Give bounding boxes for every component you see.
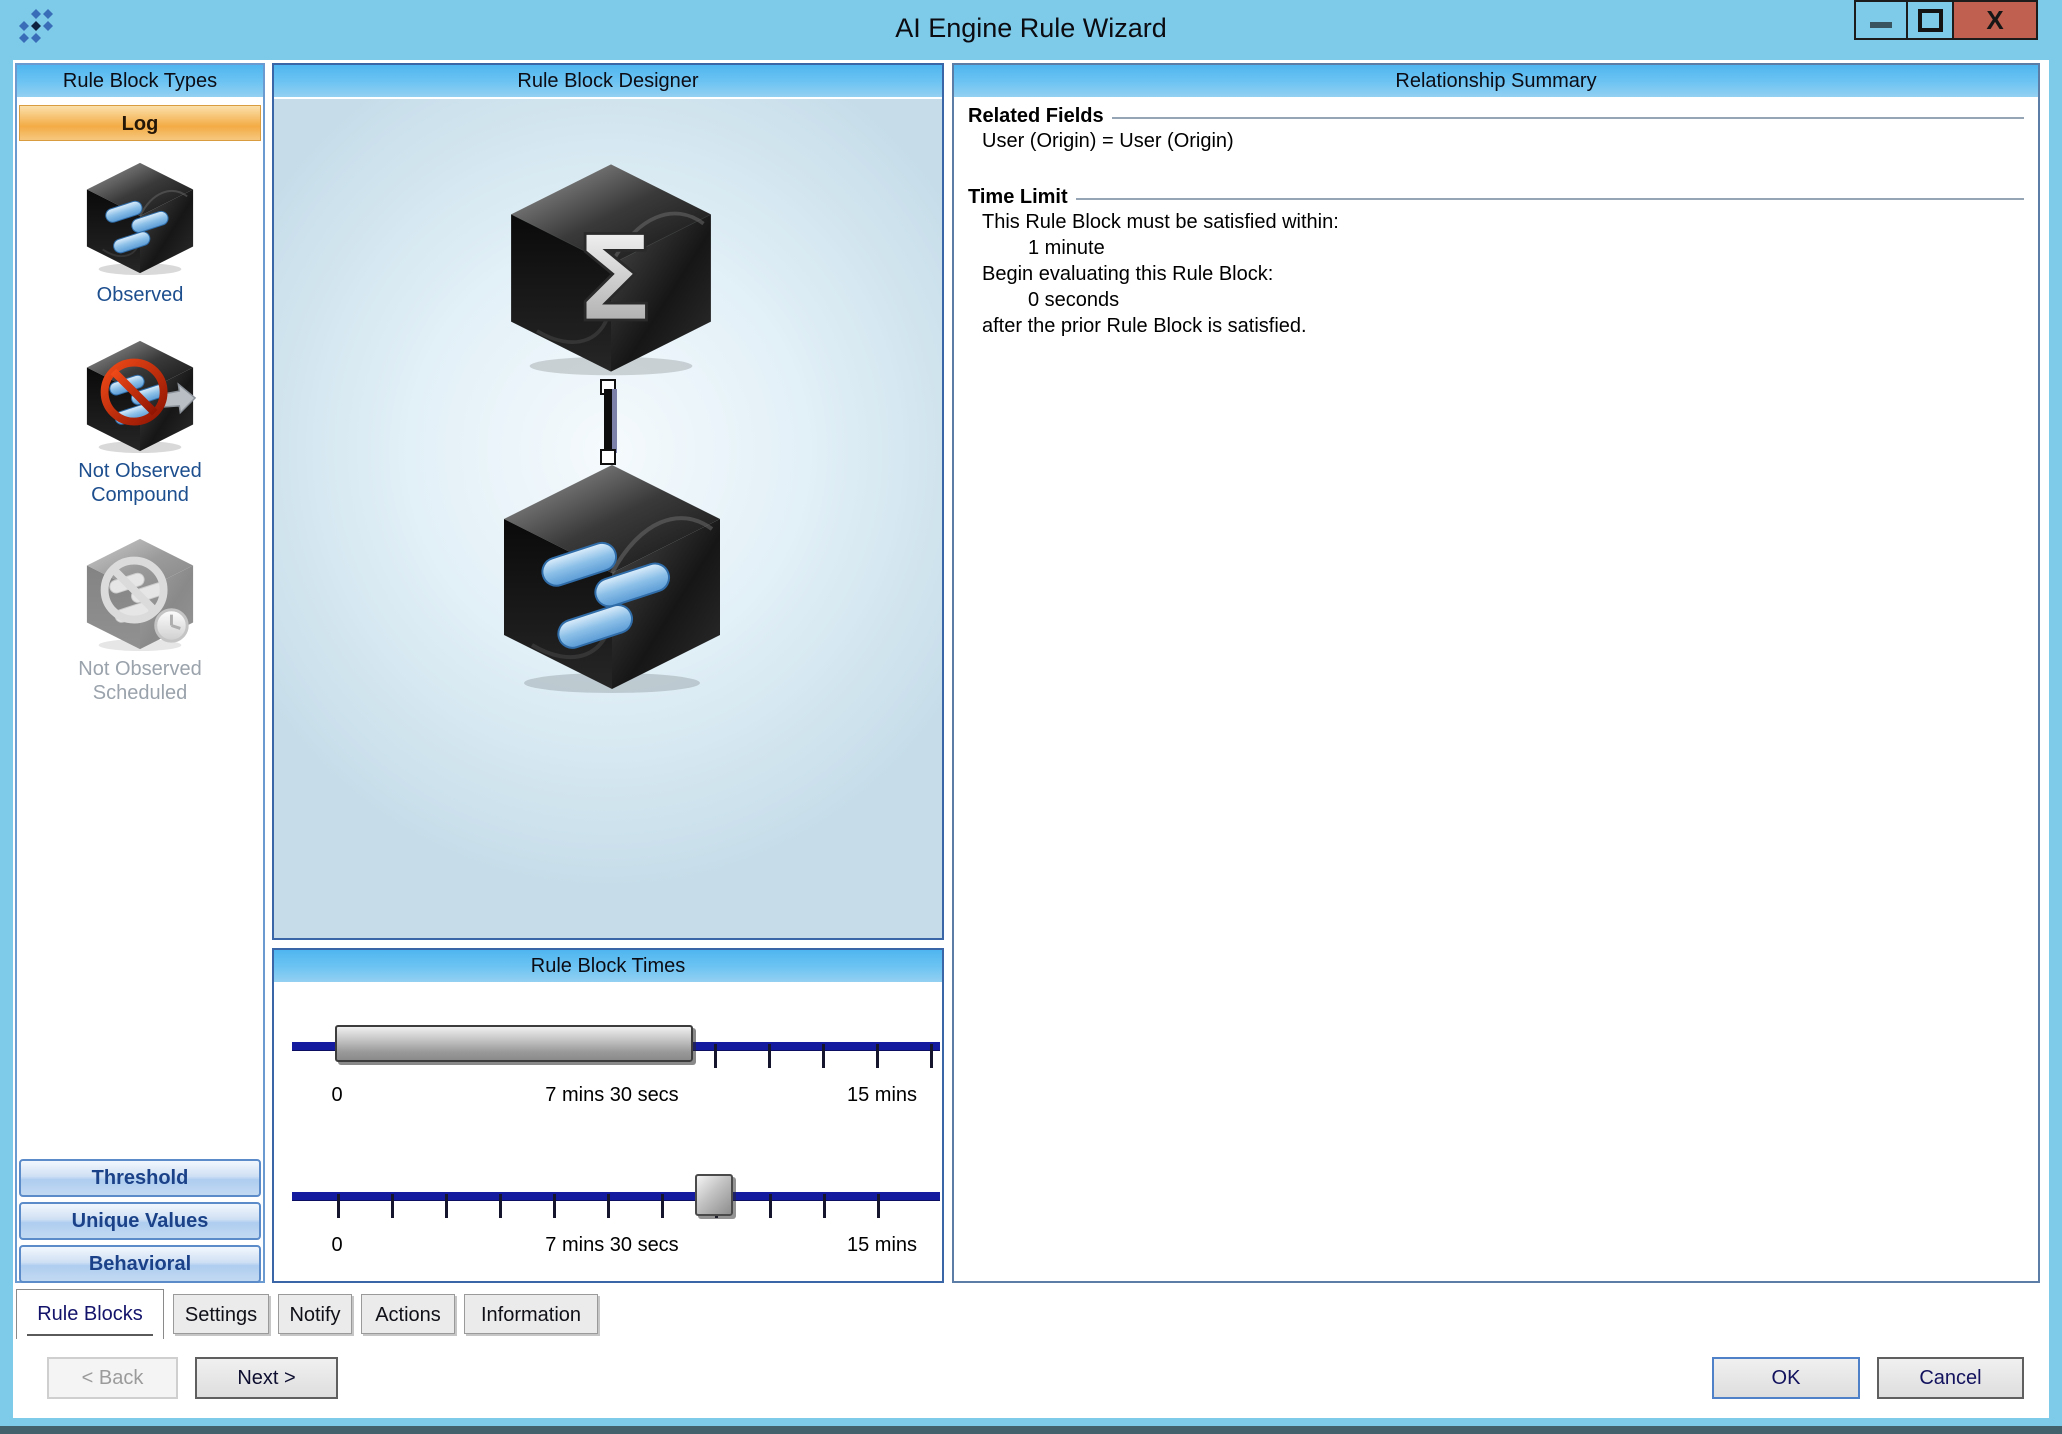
client-area: Rule Block Types Log Observed (13, 60, 2049, 1418)
window-title: AI Engine Rule Wizard (0, 13, 2062, 44)
rule-type-not-observed-compound-label-1: Not Observed (17, 459, 263, 483)
window-controls: X (1854, 0, 2038, 40)
threshold-category-button[interactable]: Threshold (19, 1159, 261, 1197)
slider1-min-label: 0 (317, 1084, 357, 1107)
rule-type-not-observed-scheduled[interactable]: Not Observed Scheduled (17, 535, 263, 705)
time-limit-line-5: after the prior Rule Block is satisfied. (968, 313, 2024, 339)
tab-settings[interactable]: Settings (173, 1294, 269, 1334)
rule-block-times-header: Rule Block Times (274, 950, 942, 984)
rule-block-connector[interactable] (596, 379, 626, 465)
tick-mark (714, 1044, 717, 1068)
tab-notify[interactable]: Notify (278, 1294, 352, 1334)
relationship-summary-panel: Relationship Summary Related Fields User… (952, 63, 2040, 1283)
rule-block-designer-panel: Rule Block Designer Σ (272, 63, 944, 940)
tab-rule-blocks[interactable]: Rule Blocks (16, 1289, 164, 1339)
ok-button[interactable]: OK (1712, 1357, 1860, 1399)
tick-mark (823, 1194, 826, 1218)
slider2-mid-label: 7 mins 30 secs (512, 1234, 712, 1257)
time-limit-line-4: 0 seconds (968, 287, 2024, 313)
tick-mark (337, 1194, 340, 1218)
maximize-button[interactable] (1906, 0, 1954, 40)
tick-mark (822, 1044, 825, 1068)
time-limit-line-1: This Rule Block must be satisfied within… (968, 209, 2024, 235)
related-fields-value: User (Origin) = User (Origin) (968, 128, 2024, 154)
unique-values-category-button[interactable]: Unique Values (19, 1202, 261, 1240)
sigma-rule-block-icon[interactable]: Σ (486, 157, 736, 379)
relationship-summary-header: Relationship Summary (954, 65, 2038, 99)
connector-bar (604, 389, 617, 453)
tab-information[interactable]: Information (464, 1294, 598, 1334)
rule-block-times-panel: Rule Block Times 0 7 mins 30 secs 15 min… (272, 948, 944, 1283)
rule-type-not-observed-scheduled-label-2: Scheduled (17, 681, 263, 705)
tick-mark (499, 1194, 502, 1218)
close-icon: X (1986, 5, 2003, 36)
time-limit-line-2: 1 minute (968, 235, 2024, 261)
slider2-max-label: 15 mins (822, 1234, 942, 1257)
title-bar[interactable]: AI Engine Rule Wizard X (0, 0, 2062, 60)
time-limit-line-3: Begin evaluating this Rule Block: (968, 261, 2024, 287)
rule-block-designer-header: Rule Block Designer (274, 65, 942, 99)
log-category-button[interactable]: Log (19, 105, 261, 141)
minimize-icon (1870, 22, 1892, 28)
tick-mark (553, 1194, 556, 1218)
cancel-button[interactable]: Cancel (1877, 1357, 2024, 1399)
tick-mark (877, 1194, 880, 1218)
rule-block-types-panel: Rule Block Types Log Observed (15, 63, 265, 1283)
tick-mark (607, 1194, 610, 1218)
observed-cube-icon (77, 159, 203, 277)
tick-mark (768, 1044, 771, 1068)
back-button: < Back (47, 1357, 178, 1399)
window-bottom-edge (0, 1426, 2062, 1434)
next-button[interactable]: Next > (195, 1357, 338, 1399)
rule-type-not-observed-compound[interactable]: Not Observed Compound (17, 337, 263, 507)
rule-type-observed[interactable]: Observed (17, 159, 263, 307)
log-observed-rule-block-icon[interactable] (478, 457, 746, 697)
related-fields-heading: Related Fields (968, 105, 2024, 128)
behavioral-category-button[interactable]: Behavioral (19, 1245, 261, 1283)
tick-mark (391, 1194, 394, 1218)
minimize-button[interactable] (1854, 0, 1906, 40)
close-button[interactable]: X (1954, 0, 2038, 40)
begin-evaluating-slider-thumb[interactable] (695, 1174, 733, 1216)
tick-mark (876, 1044, 879, 1068)
relationship-summary-content: Related Fields User (Origin) = User (Ori… (954, 99, 2038, 339)
tick-mark (661, 1194, 664, 1218)
designer-canvas[interactable]: Σ (274, 99, 942, 938)
time-limit-heading: Time Limit (968, 186, 2024, 209)
tick-mark (769, 1194, 772, 1218)
tick-mark (445, 1194, 448, 1218)
wizard-tab-bar: Rule Blocks Settings Notify Actions Info… (16, 1289, 607, 1343)
svg-text:Σ: Σ (574, 210, 655, 348)
time-limit-range-bar[interactable] (335, 1025, 693, 1062)
not-observed-scheduled-cube-icon (77, 535, 203, 653)
rule-block-types-header: Rule Block Types (17, 65, 263, 99)
time-limit-slider: 0 7 mins 30 secs 15 mins (274, 986, 942, 1126)
tab-actions[interactable]: Actions (361, 1294, 455, 1334)
begin-evaluating-slider: 0 7 mins 30 secs 15 mins (274, 1136, 942, 1276)
slider2-min-label: 0 (317, 1234, 357, 1257)
tick-mark (930, 1044, 933, 1068)
not-observed-compound-cube-icon (77, 337, 203, 455)
rule-type-not-observed-compound-label-2: Compound (17, 483, 263, 507)
slider1-mid-label: 7 mins 30 secs (512, 1084, 712, 1107)
begin-evaluating-slider-track[interactable] (292, 1192, 940, 1201)
maximize-icon (1918, 9, 1943, 32)
rule-type-observed-label: Observed (17, 283, 263, 307)
slider1-max-label: 15 mins (822, 1084, 942, 1107)
rule-type-not-observed-scheduled-label-1: Not Observed (17, 657, 263, 681)
